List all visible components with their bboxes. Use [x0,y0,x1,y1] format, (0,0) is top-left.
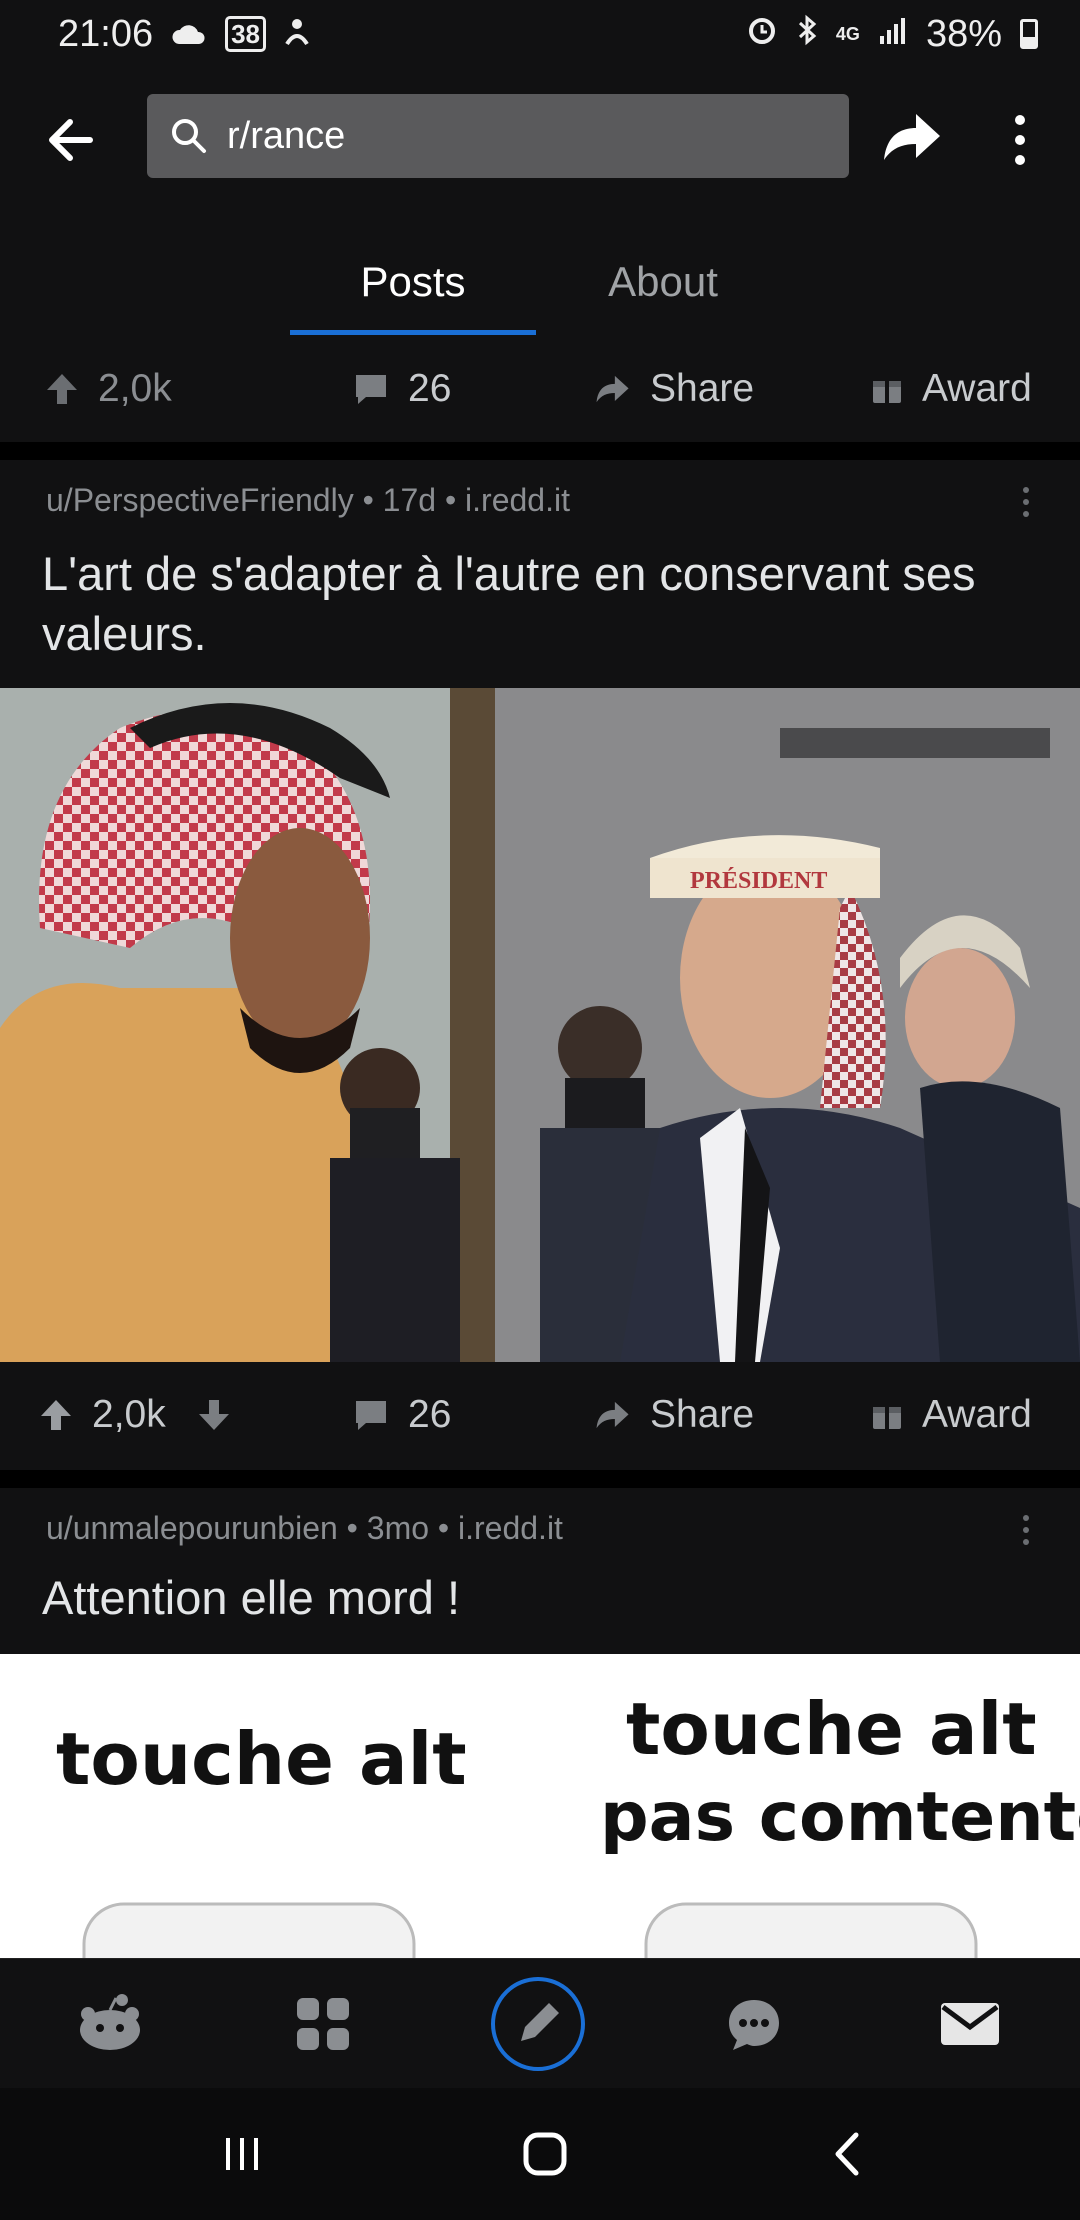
active-tab-indicator [290,330,536,335]
share-button-top[interactable] [876,102,946,172]
system-back-button[interactable] [808,2114,888,2194]
recent-apps-icon [226,2138,258,2170]
post-more-button[interactable] [1016,1510,1036,1550]
more-vertical-icon [1023,1515,1029,1545]
status-time: 21:06 [58,12,154,55]
battery-icon [1020,19,1038,49]
post-more-button[interactable] [1016,482,1036,522]
upvote-icon [41,1400,71,1430]
downvote-button[interactable] [196,1362,232,1468]
inbox-icon [941,2003,999,2045]
image-caption-right-1: touche alt [626,1687,1037,1771]
award-icon [873,381,901,403]
notification-app-icon [284,13,310,56]
search-icon [172,119,206,153]
home-icon [80,1994,140,2050]
comment-icon [356,375,386,404]
post-meta: u/unmalepourunbien • 3mo • i.redd.it [46,1510,563,1546]
status-bar: 21:06 38 4G 38% [0,0,1080,68]
award-button[interactable]: Award [870,1362,1032,1468]
post-title[interactable]: L'art de s'adapter à l'autre en conserva… [42,544,1042,664]
home-button[interactable] [505,2114,585,2194]
share-label: Share [650,1393,755,1436]
cloud-icon [171,13,207,56]
comment-count: 26 [408,1393,452,1436]
communities-icon [297,1998,349,2050]
post-author[interactable]: u/PerspectiveFriendly [46,482,354,518]
post-title[interactable]: Attention elle mord ! [42,1568,1042,1628]
post-image[interactable]: PRÉSIDENT [0,688,1080,1362]
share-label-top: Share [650,367,755,410]
system-navigation [0,2088,1080,2220]
search-input[interactable]: r/rance [147,94,849,178]
nav-inbox[interactable] [920,1959,1020,2089]
award-label: Award [922,1393,1032,1436]
post-age: 17d [382,482,437,518]
signal-icon [878,13,908,56]
bluetooth-icon [796,13,818,56]
upvote-icon [47,374,77,404]
share-button-row-top[interactable]: Share [592,336,754,442]
share-button[interactable]: Share [592,1362,754,1468]
nav-communities[interactable] [273,1959,373,2089]
network-type: 4G [835,23,860,44]
nav-chat[interactable] [704,1959,804,2089]
bottom-navigation [0,1958,1080,2088]
post-action-row: 2,0k 26 Share Award [0,1362,1080,1468]
post-card[interactable]: u/PerspectiveFriendly • 17d • i.redd.it … [0,460,1080,1470]
award-button-top[interactable]: Award [870,336,1032,442]
share-icon [596,1401,629,1429]
tab-about[interactable]: About [570,258,756,306]
notification-badge: 38 [225,16,267,52]
post-age: 3mo [366,1510,430,1546]
chat-icon [729,2000,779,2050]
nav-create-post[interactable] [488,1959,588,2089]
comments-button[interactable]: 26 [352,1362,451,1468]
vote-count: 2,0k [92,1393,166,1436]
more-vertical-icon [1023,487,1029,517]
status-left: 21:06 38 [58,13,310,56]
separator [0,442,1080,460]
image-caption-right-2: pas comtente [600,1778,1080,1857]
chevron-left-icon [835,2132,859,2176]
post-image-illustration: PRÉSIDENT [0,688,1080,1362]
post-card[interactable]: u/unmalepourunbien • 3mo • i.redd.it Att… [0,1488,1080,1958]
more-options-button[interactable] [1000,110,1040,170]
comments-button-top[interactable]: 26 [352,336,451,442]
comment-icon [356,1401,386,1430]
share-icon [884,114,940,160]
alarm-icon [746,13,778,56]
separator [0,1470,1080,1488]
post-author[interactable]: u/unmalepourunbien [46,1510,338,1546]
top-action-row: 2,0k 26 Share Award [0,336,1080,442]
recent-apps-button[interactable] [202,2114,282,2194]
more-vertical-icon [1015,115,1025,165]
nav-home[interactable] [60,1959,160,2089]
vote-count-top: 2,0k [98,367,172,410]
hat-label: PRÉSIDENT [690,868,827,894]
status-right: 4G 38% [746,13,1038,56]
post-image[interactable]: touche alt touche alt pas comtente [0,1654,1080,1958]
post-domain[interactable]: i.redd.it [458,1510,563,1546]
share-icon [596,375,629,403]
back-arrow-icon [49,119,93,161]
post-domain[interactable]: i.redd.it [465,482,570,518]
upvote-button[interactable]: 2,0k [38,1362,166,1468]
back-button[interactable] [40,108,104,172]
create-post-icon [491,1977,585,2071]
comment-count-top: 26 [408,367,452,410]
post-image-illustration: touche alt touche alt pas comtente [0,1654,1080,1958]
home-square-icon [523,2132,567,2176]
award-label-top: Award [922,367,1032,410]
image-caption-left: touche alt [56,1717,467,1801]
upvote-button-top[interactable]: 2,0k [44,336,172,442]
award-icon [873,1407,901,1429]
post-meta: u/PerspectiveFriendly • 17d • i.redd.it [46,482,570,518]
battery-percent: 38% [925,12,1002,55]
downvote-icon [199,1400,229,1430]
tab-bar: Posts About [0,208,1080,336]
top-bar: r/rance [0,68,1080,208]
tab-posts[interactable]: Posts [290,258,536,306]
search-value: r/rance [227,114,346,157]
